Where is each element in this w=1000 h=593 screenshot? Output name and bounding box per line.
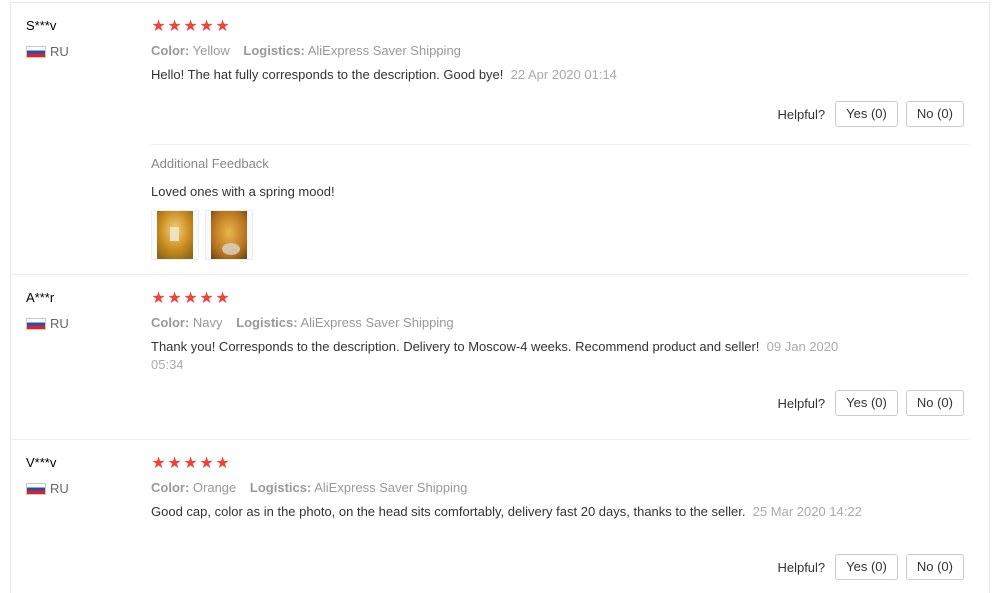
vote-no-button[interactable]: No (0): [905, 554, 964, 580]
color-label: Color:: [151, 480, 190, 495]
logistics-label: Logistics:: [243, 43, 305, 58]
helpful-label: Helpful?: [777, 106, 826, 122]
logistics-value: AliExpress Saver Shipping: [307, 43, 461, 58]
star-icon: ★: [199, 290, 214, 307]
helpful-label: Helpful?: [777, 395, 826, 411]
russia-flag-icon: [26, 317, 46, 330]
star-rating: ★ ★ ★ ★ ★: [151, 19, 230, 35]
review-separator: [11, 274, 969, 275]
star-icon: ★: [183, 455, 198, 472]
order-info: Color: Orange Logistics: AliExpress Save…: [151, 480, 467, 495]
helpful-vote: Helpful? Yes (0) No (0): [777, 101, 964, 127]
reviewer-country: RU: [26, 481, 69, 496]
vote-no-button[interactable]: No (0): [905, 390, 964, 416]
reviewer-name: S***v: [26, 18, 57, 33]
country-code: RU: [50, 44, 69, 59]
reviewer-country: RU: [26, 316, 69, 331]
feedback-photo-thumbnail[interactable]: [151, 210, 199, 260]
star-icon: ★: [183, 18, 198, 35]
star-icon: ★: [151, 290, 166, 307]
review-date: 25 Mar 2020 14:22: [752, 504, 862, 519]
star-icon: ★: [215, 290, 230, 307]
vote-yes-button[interactable]: Yes (0): [835, 554, 898, 580]
order-info: Color: Yellow Logistics: AliExpress Save…: [151, 43, 461, 58]
review-body: Thank you! Corresponds to the descriptio…: [151, 339, 760, 354]
reviewer-name: A***r: [26, 290, 55, 305]
additional-feedback-text: Loved ones with a spring mood!: [151, 184, 335, 199]
star-icon: ★: [215, 455, 230, 472]
review-body: Hello! The hat fully corresponds to the …: [151, 67, 504, 82]
review-text: Hello! The hat fully corresponds to the …: [151, 66, 891, 84]
feedback-photos: [151, 210, 253, 260]
country-code: RU: [50, 316, 69, 331]
review-date: 22 Apr 2020 01:14: [510, 67, 617, 82]
helpful-vote: Helpful? Yes (0) No (0): [777, 390, 964, 416]
star-icon: ★: [151, 455, 166, 472]
logistics-label: Logistics:: [249, 480, 312, 495]
russia-flag-icon: [26, 45, 46, 58]
color-value: Orange: [192, 480, 237, 495]
helpful-vote: Helpful? Yes (0) No (0): [777, 554, 964, 580]
star-icon: ★: [199, 455, 214, 472]
vote-no-button[interactable]: No (0): [905, 101, 964, 127]
star-icon: ★: [167, 290, 182, 307]
logistics-value: AliExpress Saver Shipping: [300, 315, 454, 330]
star-rating: ★ ★ ★ ★ ★: [151, 291, 230, 307]
star-icon: ★: [167, 18, 182, 35]
review-text: Thank you! Corresponds to the descriptio…: [151, 338, 871, 374]
order-info: Color: Navy Logistics: AliExpress Saver …: [151, 315, 454, 330]
review-body: Good cap, color as in the photo, on the …: [151, 504, 746, 519]
helpful-label: Helpful?: [777, 559, 826, 575]
star-icon: ★: [167, 455, 182, 472]
star-icon: ★: [151, 18, 166, 35]
logistics-label: Logistics:: [236, 315, 298, 330]
color-value: Yellow: [192, 43, 230, 58]
country-code: RU: [50, 481, 69, 496]
star-icon: ★: [215, 18, 230, 35]
review-text: Good cap, color as in the photo, on the …: [151, 503, 871, 521]
vote-yes-button[interactable]: Yes (0): [835, 101, 898, 127]
color-value: Navy: [192, 315, 223, 330]
logistics-value: AliExpress Saver Shipping: [314, 480, 468, 495]
divider: [151, 144, 969, 145]
feedback-photo-thumbnail[interactable]: [205, 210, 253, 260]
russia-flag-icon: [26, 482, 46, 495]
star-icon: ★: [183, 290, 198, 307]
review-separator: [11, 439, 969, 440]
additional-feedback-title: Additional Feedback: [151, 156, 269, 171]
color-label: Color:: [151, 315, 190, 330]
star-rating: ★ ★ ★ ★ ★: [151, 456, 230, 472]
reviewer-name: V***v: [26, 455, 57, 470]
color-label: Color:: [151, 43, 190, 58]
vote-yes-button[interactable]: Yes (0): [835, 390, 898, 416]
star-icon: ★: [199, 18, 214, 35]
reviewer-country: RU: [26, 44, 69, 59]
